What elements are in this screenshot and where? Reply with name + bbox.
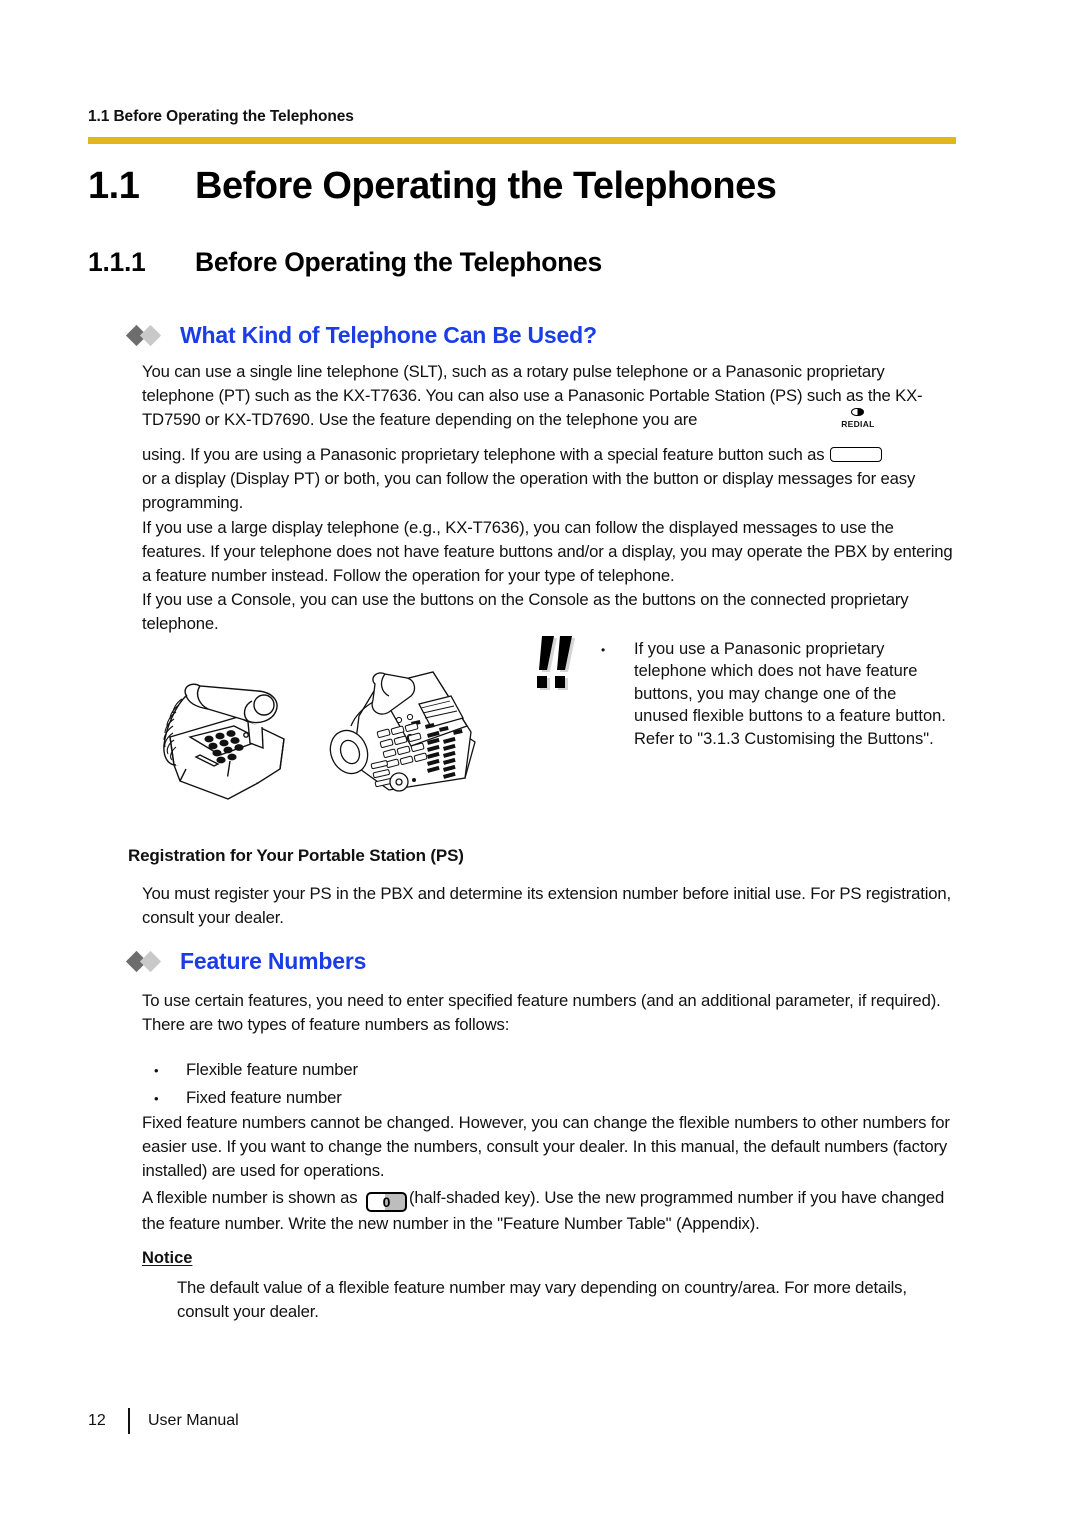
double-exclamation-notice-icon [530,632,590,698]
paragraph-fixed-feature-numbers-text: Fixed feature numbers cannot be changed.… [142,1113,950,1180]
notice-heading: Notice [142,1249,193,1267]
paragraph-flexible-number-key: A flexible number is shown as 0 (half-sha… [142,1186,954,1236]
subheading-ps-registration: Registration for Your Portable Station (… [128,846,464,865]
paragraph-flexible-number-text-before: A flexible number is shown as [142,1188,362,1207]
section-title-number: 1.1.1 [88,247,146,277]
page-title-number: 1.1 [88,165,140,207]
page-title: 1.1 Before Operating the Telephones [88,165,968,208]
paragraph-console-text: If you use a Console, you can use the bu… [142,590,909,633]
paragraph-feature-button-text-after: or a display (Display PT) or both, you c… [142,468,916,512]
running-header: 1.1 Before Operating the Telephones [88,108,354,125]
heading-what-kind-of-telephone-label: What Kind of Telephone Can Be Used? [180,322,597,348]
redial-button-icon: REDIAL [829,408,886,463]
page-footer: 12 User Manual [88,1408,239,1434]
double-diamond-icon [125,324,172,347]
document-page: 1.1 Before Operating the Telephones 1.1 … [0,0,1080,1528]
redial-button-caption: REDIAL [841,419,875,429]
section-title: 1.1.1 Before Operating the Telephones [88,247,968,278]
section-title-text: Before Operating the Telephones [195,247,602,277]
paragraph-notice-text: The default value of a flexible feature … [177,1278,907,1321]
footer-page-number: 12 [88,1412,106,1429]
notice-callout-note: If you use a Panasonic proprietary telep… [590,632,946,750]
footer-label: User Manual [148,1412,239,1429]
double-diamond-icon [125,950,172,973]
page-title-text: Before Operating the Telephones [195,165,777,207]
proprietary-telephone-illustration [315,660,490,815]
list-item-label: Flexible feature number [186,1060,358,1079]
half-shaded-zero-key-icon: 0 [365,1192,407,1212]
paragraph-notice: The default value of a flexible feature … [177,1276,954,1324]
bullet-icon [590,638,634,750]
paragraph-large-display-telephone-text: If you use a large display telephone (e.… [142,518,953,585]
list-item-label: Fixed feature number [186,1088,342,1107]
paragraph-fixed-feature-numbers: Fixed feature numbers cannot be changed.… [142,1111,954,1182]
paragraph-feature-numbers-intro: To use certain features, you need to ent… [142,989,954,1037]
heading-feature-numbers-label: Feature Numbers [180,948,367,974]
list-item: Fixed feature number [142,1084,954,1112]
bullet-icon [142,1084,186,1112]
bullet-icon [142,1056,186,1084]
heading-what-kind-of-telephone: What Kind of Telephone Can Be Used? [125,322,597,349]
paragraph-feature-numbers-intro-text: To use certain features, you need to ent… [142,991,941,1010]
paragraph-large-display-telephone: If you use a large display telephone (e.… [142,516,954,587]
list-item: Flexible feature number [142,1056,954,1084]
notice-callout-text: If you use a Panasonic proprietary telep… [634,640,946,748]
paragraph-ps-registration: You must register your PS in the PBX and… [142,882,954,930]
paragraph-ps-registration-text: You must register your PS in the PBX and… [142,884,952,927]
footer-divider [128,1408,130,1434]
paragraph-feature-button-text-before: using. If you are using a Panasonic prop… [142,445,829,464]
single-line-telephone-illustration [130,665,300,810]
notice-callout: If you use a Panasonic proprietary telep… [530,632,970,750]
paragraph-feature-numbers-types-text: There are two types of feature numbers a… [142,1014,510,1034]
half-filled-circle-icon [830,408,886,416]
paragraph-console: If you use a Console, you can use the bu… [142,588,954,636]
gold-divider-rule [88,137,956,144]
heading-feature-numbers: Feature Numbers [125,948,367,975]
list-feature-number-types: Flexible feature number Fixed feature nu… [142,1056,954,1112]
paragraph-feature-button: using. If you are using a Panasonic prop… [142,408,954,514]
